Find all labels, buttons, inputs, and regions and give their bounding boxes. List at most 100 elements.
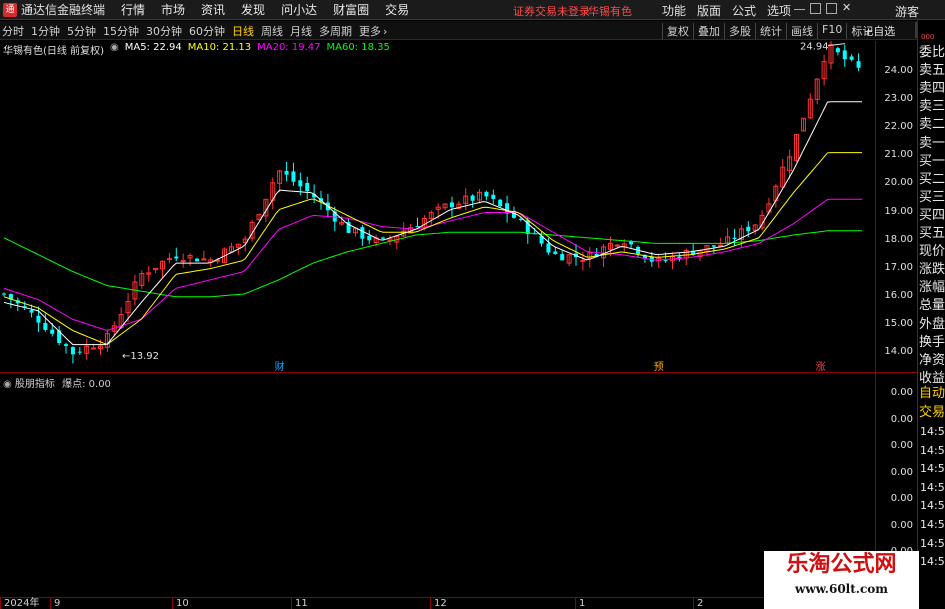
tool-stats[interactable]: 统计: [755, 23, 786, 39]
tab-15min[interactable]: 15分钟: [103, 23, 139, 39]
menu-market[interactable]: 市场: [153, 1, 193, 18]
tab-intraday[interactable]: 分时: [2, 23, 24, 39]
tab-30min[interactable]: 30分钟: [146, 23, 182, 39]
date-tick-label: 2024年: [0, 598, 39, 609]
ma-lines-layer: [3, 101, 862, 346]
side-panel-item[interactable]: 卖三: [919, 98, 945, 116]
tool-f10[interactable]: F10: [817, 23, 846, 39]
indicator-tick-label: 0.00: [890, 519, 913, 531]
indicator-name: 股朋指标: [14, 379, 55, 390]
tab-1min[interactable]: 1分钟: [31, 23, 60, 39]
trade-time-item: 14:56: [920, 499, 945, 513]
side-panel-item[interactable]: 买五: [919, 225, 945, 243]
tab-multi-period[interactable]: 多周期: [319, 23, 352, 39]
menu-wealth[interactable]: 财富圈: [325, 1, 377, 18]
tab-daily[interactable]: 日线: [232, 23, 254, 39]
annotations-layer: 24.94 ←13.92 财 预 涨: [122, 42, 846, 372]
candle-body-down: [449, 202, 454, 208]
side-panel-item[interactable]: 委比: [919, 44, 945, 62]
side-panel-item[interactable]: 买三: [919, 189, 945, 207]
side-panel-item[interactable]: 卖四: [919, 80, 945, 98]
side-panel-item[interactable]: 卖一: [919, 135, 945, 153]
candle-body-down: [505, 203, 510, 214]
tab-more-label: 更多: [359, 25, 381, 38]
candle-body-down: [415, 226, 420, 228]
trade-time-item: 14:56: [920, 443, 945, 457]
side-panel-item[interactable]: 净资: [919, 352, 945, 370]
side-panel-item[interactable]: 换手: [919, 334, 945, 352]
indicator-tick-label: 0.00: [890, 493, 913, 504]
candle-body-down: [470, 195, 475, 201]
price-tick-label: 14.00: [884, 346, 913, 357]
indicator-title[interactable]: ◉ 股朋指标 爆点: 0.00: [3, 375, 111, 390]
candle-body-down: [367, 235, 372, 241]
side-panel-item[interactable]: 总量: [919, 297, 945, 315]
side-panel-item[interactable]: 自动: [919, 385, 945, 403]
guest-login[interactable]: 游客: [895, 3, 919, 20]
candle-body-up: [180, 260, 186, 263]
candle-body-down: [360, 227, 365, 239]
side-top-label: 000: [921, 33, 935, 41]
app-name: 通达信金融终端: [21, 3, 106, 17]
price-tick-label: 22.00: [884, 121, 913, 133]
menu-news[interactable]: 资讯: [193, 1, 233, 18]
event-marker: 财: [275, 360, 285, 372]
indicator-tick-label: 0.00: [890, 466, 913, 478]
menu-quotes[interactable]: 行情: [113, 1, 153, 18]
close-icon[interactable]: ✕: [842, 2, 853, 14]
candle-body-down: [381, 237, 386, 239]
candle-body-down: [711, 245, 716, 247]
side-panel-item[interactable]: 卖二: [919, 116, 945, 134]
tab-weekly[interactable]: 周线: [261, 23, 283, 39]
tool-overlay[interactable]: 叠加: [693, 23, 724, 39]
candle-body-down: [77, 351, 82, 353]
side-panel-item[interactable]: 外盘: [919, 316, 945, 334]
date-tick-label: 11: [291, 598, 308, 609]
side-panel-item[interactable]: 涨幅: [919, 279, 945, 297]
tab-60min[interactable]: 60分钟: [189, 23, 225, 39]
watermark: 乐淘公式网 www.60lt.com: [764, 551, 919, 609]
menu-ask[interactable]: 问小达: [273, 1, 325, 18]
side-panel-item[interactable]: 现价: [919, 243, 945, 261]
app-logo-icon: 通: [3, 2, 17, 17]
event-marker: 涨: [816, 361, 826, 372]
minimize-icon[interactable]: [794, 3, 805, 10]
candle-body-down: [36, 315, 41, 323]
candle-body-down: [835, 48, 840, 53]
side-panel-item[interactable]: 交易: [919, 404, 945, 422]
tab-more[interactable]: 更多 ›: [359, 23, 387, 39]
candle-body-down: [546, 243, 551, 253]
date-tick-label: 2: [693, 598, 703, 609]
indicator-tick-label: 0.00: [890, 413, 913, 425]
price-tick-label: 21.00: [884, 149, 913, 161]
restore-icon[interactable]: [810, 3, 821, 14]
price-tick-label: 24.00: [884, 65, 913, 76]
menu-options[interactable]: 选项: [767, 2, 791, 19]
candlestick-chart[interactable]: 24.94 ←13.92 财 预 涨: [0, 41, 875, 372]
candle-body-up: [201, 258, 207, 261]
menu-discover[interactable]: 发现: [233, 1, 273, 18]
tab-monthly[interactable]: 月线: [290, 23, 312, 39]
side-panel-item[interactable]: 卖五: [919, 62, 945, 80]
menu-trade[interactable]: 交易: [377, 1, 417, 18]
tool-multi-stock[interactable]: 多股: [724, 23, 755, 39]
menu-function[interactable]: 功能: [662, 2, 686, 19]
tab-5min[interactable]: 5分钟: [67, 23, 96, 39]
low-price-label: ←13.92: [122, 351, 159, 362]
tool-adjust[interactable]: 复权: [662, 23, 693, 39]
candle-body-up: [91, 347, 97, 350]
login-status[interactable]: 证券交易未登录: [513, 3, 590, 19]
settings-icon[interactable]: ◉: [3, 379, 12, 390]
menu-formula[interactable]: 公式: [732, 2, 756, 19]
side-panel-item[interactable]: 买一: [919, 153, 945, 171]
candle-body-down: [43, 322, 48, 330]
side-panel-item[interactable]: 涨跌: [919, 261, 945, 279]
menu-layout[interactable]: 版面: [697, 2, 721, 19]
trade-time-item: 14:56: [920, 555, 945, 569]
maximize-icon[interactable]: [826, 3, 837, 14]
side-panel-item[interactable]: 买二: [919, 171, 945, 189]
add-watchlist-button[interactable]: +自选: [864, 23, 895, 39]
tool-draw[interactable]: 画线: [786, 23, 817, 39]
side-panel-item[interactable]: 买四: [919, 207, 945, 225]
stock-title: 华锡有色: [588, 5, 632, 18]
